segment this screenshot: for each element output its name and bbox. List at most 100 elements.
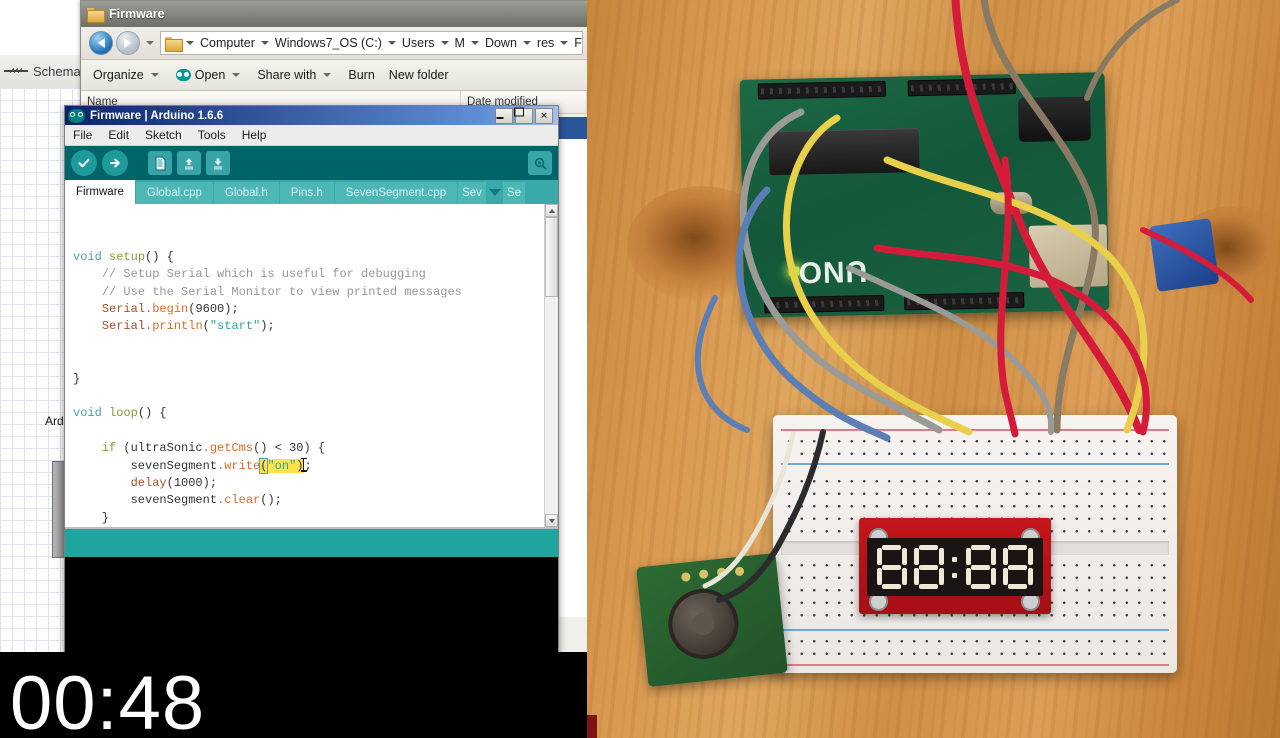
seven-segment-digit-4 <box>1003 545 1034 589</box>
usb-type-b-connector <box>1028 224 1108 288</box>
breadcrumb-item-4[interactable]: Down <box>484 36 518 50</box>
breadcrumb-folder-icon <box>165 36 183 52</box>
explorer-address-bar[interactable]: Computer Windows7_OS (C:) Users M Down r… <box>81 27 591 60</box>
tab-sev-truncated[interactable]: Sev <box>458 182 486 204</box>
code-member-write: .write <box>217 458 261 473</box>
code-comment-1: // Setup Serial which is useful for debu… <box>101 267 426 282</box>
scroll-down-icon[interactable] <box>545 514 558 527</box>
minimize-button[interactable] <box>495 107 513 124</box>
open-sketch-icon[interactable] <box>177 151 201 175</box>
code-obj-serial: Serial <box>101 302 146 317</box>
menu-edit[interactable]: Edit <box>108 128 129 142</box>
verify-icon[interactable] <box>71 150 97 176</box>
code-member-begin: .begin <box>145 302 189 317</box>
window-controls[interactable]: ✕ <box>495 107 555 124</box>
seven-segment-colon <box>951 545 958 589</box>
power-rail-positive-2 <box>781 664 1169 666</box>
rail-holes-top <box>783 435 1167 461</box>
tab-firmware[interactable]: Firmware <box>65 180 135 204</box>
breadcrumb-item-5[interactable]: res <box>536 36 555 50</box>
screencast-frame: Schema Ard Firmware Computer Windows7_OS… <box>0 0 1280 738</box>
arduino-uno-board: UNO <box>739 72 1110 318</box>
tab-overflow-chevron-down-icon[interactable] <box>488 188 501 196</box>
digital-header <box>757 80 886 100</box>
serial-monitor-icon[interactable] <box>528 151 552 175</box>
code-comment-2: // Use the Serial Monitor to view printe… <box>101 284 462 299</box>
tab-pins-h[interactable]: Pins.h <box>279 182 334 204</box>
seven-segment-face <box>867 538 1043 596</box>
upload-icon[interactable] <box>102 150 128 176</box>
ultrasonic-transducer <box>664 585 742 663</box>
open-button[interactable]: Open <box>175 68 244 82</box>
ide-title: Firmware | Arduino 1.6.6 <box>90 109 224 122</box>
recent-pages-chevron-down-icon[interactable] <box>146 41 154 45</box>
seven-segment-digit-2 <box>914 545 945 589</box>
workbench-photo: UNO <box>587 0 1280 738</box>
explorer-titlebar[interactable]: Firmware <box>81 1 591 27</box>
code-fn-delay: delay <box>130 476 167 491</box>
back-button[interactable] <box>89 31 113 55</box>
code-punct: () { <box>145 249 174 264</box>
breadcrumb-separator-icon <box>440 41 449 45</box>
tab-global-cpp[interactable]: Global.cpp <box>135 182 213 204</box>
breadcrumb-item-6[interactable]: Firmware <box>573 36 582 50</box>
burn-label: Burn <box>348 68 375 82</box>
chevron-down-icon <box>150 73 159 77</box>
timer-overlay: 00:48 <box>10 661 206 738</box>
tab-sevensegment-cpp[interactable]: SevenSegment.cpp <box>334 182 458 204</box>
ide-menubar[interactable]: File Edit Sketch Tools Help <box>65 125 558 146</box>
menu-sketch[interactable]: Sketch <box>145 128 182 142</box>
code-fn-loop: loop <box>109 406 138 421</box>
crystal-oscillator <box>989 191 1033 215</box>
arduino-logo-icon <box>68 108 85 123</box>
new-sketch-icon[interactable] <box>148 151 172 175</box>
breadcrumb-separator-icon <box>522 41 531 45</box>
menu-help[interactable]: Help <box>242 128 267 142</box>
scroll-up-icon[interactable] <box>545 204 558 217</box>
ide-sketch-tabs[interactable]: Firmware Global.cpp Global.h Pins.h Seve… <box>65 180 558 204</box>
tab-se-truncated[interactable]: Se <box>502 182 525 204</box>
maximize-button[interactable] <box>514 107 533 124</box>
seven-segment-display-module <box>859 518 1051 614</box>
forward-button[interactable] <box>116 31 140 55</box>
code-arg-baud: 9600 <box>195 302 225 317</box>
code-text[interactable]: void setup() { // Setup Serial which is … <box>65 204 545 527</box>
breadcrumb-item-0[interactable]: Computer <box>199 36 256 50</box>
code-keyword-if: if <box>101 441 117 456</box>
text-cursor <box>300 457 307 472</box>
power-rail-positive <box>781 429 1169 431</box>
arduino-ide-window[interactable]: Firmware | Arduino 1.6.6 ✕ File Edit Ske… <box>64 105 559 719</box>
burn-button[interactable]: Burn <box>348 68 374 82</box>
breadcrumb-separator-icon <box>260 41 269 45</box>
ide-toolbar[interactable] <box>65 146 558 180</box>
save-sketch-icon[interactable] <box>206 151 230 175</box>
code-fn-setup: setup <box>109 249 146 264</box>
breadcrumb-item-3[interactable]: M <box>454 36 466 50</box>
code-delay-ms: 1000 <box>173 476 203 491</box>
ide-titlebar[interactable]: Firmware | Arduino 1.6.6 ✕ <box>65 106 558 125</box>
new-folder-button[interactable]: New folder <box>389 68 449 82</box>
breadcrumb-item-1[interactable]: Windows7_OS (C:) <box>274 36 383 50</box>
chevron-down-icon <box>232 73 241 77</box>
breadcrumb-separator-icon <box>186 41 194 45</box>
breadcrumb[interactable]: Computer Windows7_OS (C:) Users M Down r… <box>160 31 583 55</box>
menu-tools[interactable]: Tools <box>198 128 226 142</box>
share-with-button[interactable]: Share with <box>257 68 334 82</box>
scrollbar-thumb[interactable] <box>545 217 558 297</box>
explorer-toolbar[interactable]: Organize Open Share with Burn New folder <box>81 60 591 91</box>
resistor-icon <box>4 66 28 76</box>
tab-global-h[interactable]: Global.h <box>213 182 279 204</box>
schematic-tab-schematic[interactable]: Schema <box>0 58 85 84</box>
ide-console-output[interactable] <box>65 557 558 661</box>
code-close-brace: } <box>73 371 81 386</box>
menu-file[interactable]: File <box>73 128 92 142</box>
rail-holes-bottom <box>783 635 1167 661</box>
code-editor[interactable]: void setup() { // Setup Serial which is … <box>65 204 558 529</box>
editor-scrollbar[interactable] <box>544 204 558 527</box>
organize-button[interactable]: Organize <box>93 68 162 82</box>
breadcrumb-separator-icon <box>470 41 479 45</box>
breadcrumb-item-2[interactable]: Users <box>401 36 436 50</box>
board-silkscreen-label: UNO <box>797 254 868 289</box>
solder-pad <box>716 567 727 578</box>
close-button[interactable]: ✕ <box>535 107 553 124</box>
